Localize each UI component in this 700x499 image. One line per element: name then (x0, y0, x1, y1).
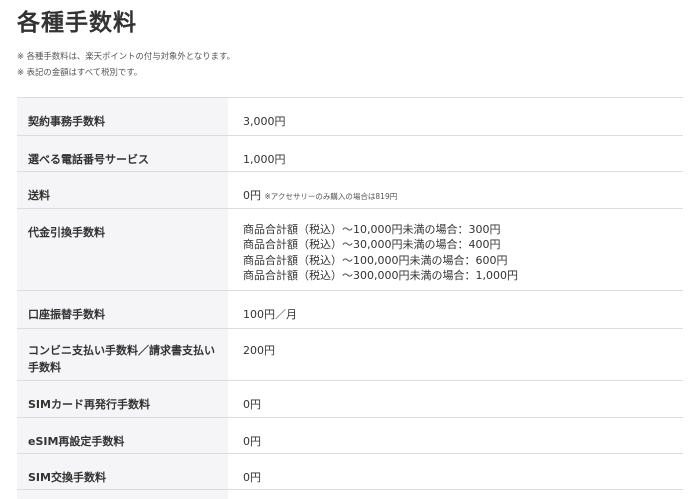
table-row: SIMカード再発行手数料 0円 (17, 380, 683, 418)
fee-value: 0円 (228, 380, 683, 418)
fee-value: 1,000円 (228, 135, 683, 172)
points-note: ※ 各種手数料は、楽天ポイントの付与対象外となります。 (17, 51, 235, 61)
fee-footnote: ※アクセサリーのみ購入の場合は819円 (264, 192, 398, 201)
table-row: 契約事務手数料 3,000円 (17, 97, 683, 136)
fee-label: 選べる電話番号サービス (17, 135, 228, 172)
fee-table: 契約事務手数料 3,000円 選べる電話番号サービス 1,000円 送料 0円 … (17, 97, 683, 499)
fee-value: 0円 (243, 189, 261, 202)
table-row: SIM交換手数料 0円 (17, 453, 683, 490)
fee-value: 0円 (228, 417, 683, 454)
fee-label: 契約事務手数料 (17, 97, 228, 136)
fee-value: 200円 (228, 328, 683, 381)
table-row: コンビニ支払い手数料／請求書支払い手数料 200円 (17, 328, 683, 381)
fee-value-cell: 0円 ※アクセサリーのみ購入の場合は819円 (228, 171, 683, 209)
table-row: 選べる電話番号サービス 1,000円 (17, 135, 683, 172)
table-row: 口座振替手数料 100円／月 (17, 290, 683, 329)
page-title: 各種手数料 (17, 10, 137, 36)
fee-label: SIM交換手数料 (17, 453, 228, 490)
fees-page: 各種手数料 ※ 各種手数料は、楽天ポイントの付与対象外となります。 ※ 表記の金… (0, 0, 700, 499)
fee-value-cell: 商品合計額（税込）～10,000円未満の場合：300円 商品合計額（税込）～30… (228, 208, 683, 291)
fee-label: eSIM再設定手数料 (17, 417, 228, 454)
table-row: eSIM再設定手数料 0円 (17, 417, 683, 454)
fee-label: 口座振替手数料 (17, 290, 228, 329)
fee-value: 100円／月 (228, 290, 683, 329)
fee-label: SIMカード再発行手数料 (17, 380, 228, 418)
fee-value-empty (228, 489, 683, 499)
fee-label-empty (17, 489, 228, 499)
table-row: 代金引換手数料 商品合計額（税込）～10,000円未満の場合：300円 商品合計… (17, 208, 683, 291)
fee-label: 送料 (17, 171, 228, 209)
table-row: 送料 0円 ※アクセサリーのみ購入の場合は819円 (17, 171, 683, 209)
fee-tier-line: 商品合計額（税込）～100,000円未満の場合：600円 (243, 253, 508, 267)
fee-value: 0円 (228, 453, 683, 490)
tax-note: ※ 表記の金額はすべて税別です。 (17, 67, 143, 77)
fee-tier-line: 商品合計額（税込）～300,000円未満の場合：1,000円 (243, 269, 518, 283)
fee-tier-line: 商品合計額（税込）～30,000円未満の場合：400円 (243, 238, 501, 252)
fee-value: 3,000円 (228, 97, 683, 136)
table-row-partial (17, 489, 683, 499)
fee-label: コンビニ支払い手数料／請求書支払い手数料 (17, 328, 228, 381)
fee-tier-line: 商品合計額（税込）～10,000円未満の場合：300円 (243, 223, 501, 236)
fee-label: 代金引換手数料 (17, 208, 228, 291)
